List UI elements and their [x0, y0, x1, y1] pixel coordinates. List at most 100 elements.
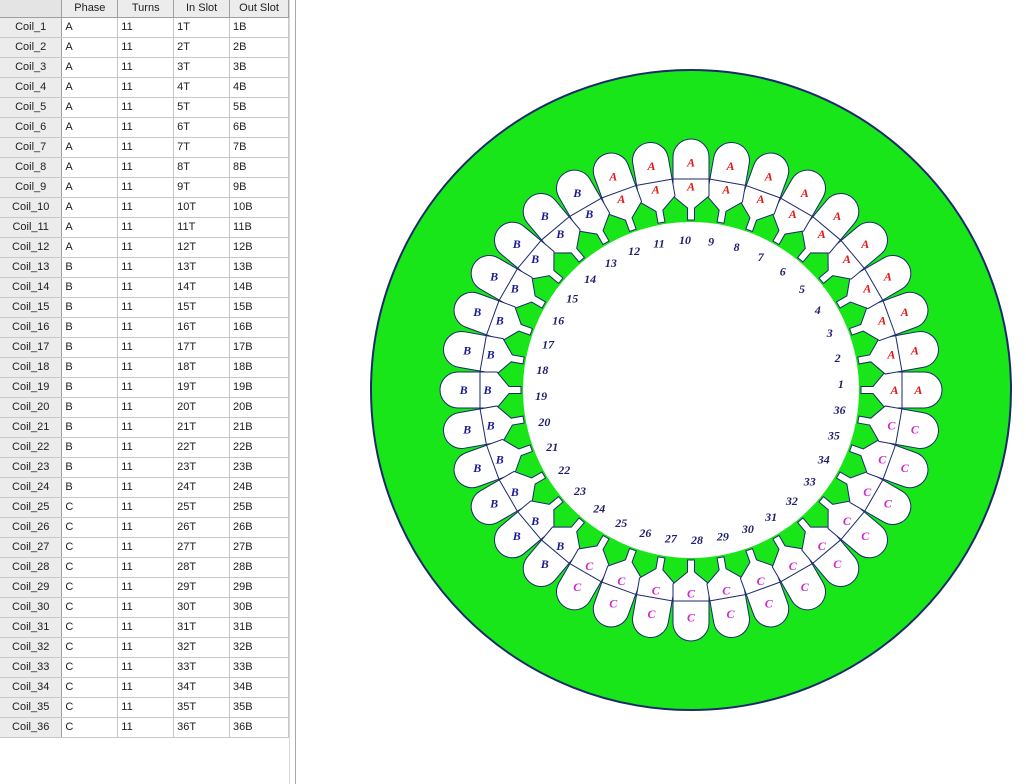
- out-slot-cell[interactable]: 4B: [229, 77, 289, 98]
- table-row[interactable]: Coil_7 A 11 7T 7B: [0, 137, 289, 158]
- phase-cell[interactable]: A: [61, 117, 119, 138]
- in-slot-cell[interactable]: 12T: [173, 237, 231, 258]
- row-header-cell[interactable]: Coil_18: [0, 357, 63, 378]
- phase-cell[interactable]: A: [61, 97, 119, 118]
- row-header-cell[interactable]: Coil_32: [0, 637, 63, 658]
- in-slot-cell[interactable]: 10T: [173, 197, 231, 218]
- in-slot-cell[interactable]: 6T: [173, 117, 231, 138]
- in-slot-cell[interactable]: 14T: [173, 277, 231, 298]
- row-header-cell[interactable]: Coil_26: [0, 517, 63, 538]
- row-header-cell[interactable]: Coil_24: [0, 477, 63, 498]
- phase-cell[interactable]: C: [61, 677, 119, 698]
- turns-cell[interactable]: 11: [117, 357, 175, 378]
- phase-cell[interactable]: A: [61, 177, 119, 198]
- in-slot-cell[interactable]: 32T: [173, 637, 231, 658]
- phase-cell[interactable]: A: [61, 37, 119, 58]
- phase-cell[interactable]: A: [61, 57, 119, 78]
- row-header-cell[interactable]: Coil_36: [0, 717, 63, 738]
- in-slot-cell[interactable]: 7T: [173, 137, 231, 158]
- phase-cell[interactable]: C: [61, 637, 119, 658]
- out-slot-cell[interactable]: 25B: [229, 497, 289, 518]
- in-slot-cell[interactable]: 34T: [173, 677, 231, 698]
- in-slot-cell[interactable]: 20T: [173, 397, 231, 418]
- out-slot-cell[interactable]: 5B: [229, 97, 289, 118]
- table-row[interactable]: Coil_27 C 11 27T 27B: [0, 537, 289, 558]
- turns-cell[interactable]: 11: [117, 517, 175, 538]
- turns-cell[interactable]: 11: [117, 317, 175, 338]
- out-slot-cell[interactable]: 33B: [229, 657, 289, 678]
- row-header-cell[interactable]: Coil_25: [0, 497, 63, 518]
- table-row[interactable]: Coil_33 C 11 33T 33B: [0, 657, 289, 678]
- row-header-cell[interactable]: Coil_10: [0, 197, 63, 218]
- turns-cell[interactable]: 11: [117, 37, 175, 58]
- column-header-turns[interactable]: Turns: [117, 0, 175, 18]
- out-slot-cell[interactable]: 27B: [229, 537, 289, 558]
- row-header-cell[interactable]: Coil_9: [0, 177, 63, 198]
- row-header-cell[interactable]: Coil_23: [0, 457, 63, 478]
- out-slot-cell[interactable]: 2B: [229, 37, 289, 58]
- turns-cell[interactable]: 11: [117, 717, 175, 738]
- phase-cell[interactable]: B: [61, 257, 119, 278]
- table-row[interactable]: Coil_18 B 11 18T 18B: [0, 357, 289, 378]
- turns-cell[interactable]: 11: [117, 17, 175, 38]
- row-header-cell[interactable]: Coil_12: [0, 237, 63, 258]
- phase-cell[interactable]: A: [61, 237, 119, 258]
- row-header-cell[interactable]: Coil_20: [0, 397, 63, 418]
- turns-cell[interactable]: 11: [117, 337, 175, 358]
- out-slot-cell[interactable]: 14B: [229, 277, 289, 298]
- column-header-out-slot[interactable]: Out Slot: [229, 0, 289, 18]
- in-slot-cell[interactable]: 2T: [173, 37, 231, 58]
- row-header-cell[interactable]: Coil_22: [0, 437, 63, 458]
- table-row[interactable]: Coil_31 C 11 31T 31B: [0, 617, 289, 638]
- phase-cell[interactable]: A: [61, 17, 119, 38]
- out-slot-cell[interactable]: 36B: [229, 717, 289, 738]
- in-slot-cell[interactable]: 3T: [173, 57, 231, 78]
- row-header-cell[interactable]: Coil_5: [0, 97, 63, 118]
- table-row[interactable]: Coil_16 B 11 16T 16B: [0, 317, 289, 338]
- in-slot-cell[interactable]: 26T: [173, 517, 231, 538]
- turns-cell[interactable]: 11: [117, 477, 175, 498]
- row-header-cell[interactable]: Coil_4: [0, 77, 63, 98]
- turns-cell[interactable]: 11: [117, 57, 175, 78]
- row-header-cell[interactable]: Coil_17: [0, 337, 63, 358]
- phase-cell[interactable]: B: [61, 337, 119, 358]
- phase-cell[interactable]: B: [61, 417, 119, 438]
- in-slot-cell[interactable]: 19T: [173, 377, 231, 398]
- row-header-cell[interactable]: Coil_27: [0, 537, 63, 558]
- in-slot-cell[interactable]: 9T: [173, 177, 231, 198]
- in-slot-cell[interactable]: 17T: [173, 337, 231, 358]
- out-slot-cell[interactable]: 15B: [229, 297, 289, 318]
- in-slot-cell[interactable]: 4T: [173, 77, 231, 98]
- turns-cell[interactable]: 11: [117, 117, 175, 138]
- corner-header[interactable]: [0, 0, 63, 18]
- turns-cell[interactable]: 11: [117, 617, 175, 638]
- row-header-cell[interactable]: Coil_35: [0, 697, 63, 718]
- in-slot-cell[interactable]: 21T: [173, 417, 231, 438]
- turns-cell[interactable]: 11: [117, 257, 175, 278]
- row-header-cell[interactable]: Coil_7: [0, 137, 63, 158]
- row-header-cell[interactable]: Coil_2: [0, 37, 63, 58]
- phase-cell[interactable]: B: [61, 357, 119, 378]
- phase-cell[interactable]: C: [61, 497, 119, 518]
- turns-cell[interactable]: 11: [117, 557, 175, 578]
- turns-cell[interactable]: 11: [117, 677, 175, 698]
- turns-cell[interactable]: 11: [117, 457, 175, 478]
- table-row[interactable]: Coil_28 C 11 28T 28B: [0, 557, 289, 578]
- out-slot-cell[interactable]: 13B: [229, 257, 289, 278]
- out-slot-cell[interactable]: 28B: [229, 557, 289, 578]
- phase-cell[interactable]: C: [61, 537, 119, 558]
- row-header-cell[interactable]: Coil_29: [0, 577, 63, 598]
- turns-cell[interactable]: 11: [117, 157, 175, 178]
- table-row[interactable]: Coil_25 C 11 25T 25B: [0, 497, 289, 518]
- turns-cell[interactable]: 11: [117, 417, 175, 438]
- turns-cell[interactable]: 11: [117, 437, 175, 458]
- table-row[interactable]: Coil_29 C 11 29T 29B: [0, 577, 289, 598]
- turns-cell[interactable]: 11: [117, 697, 175, 718]
- phase-cell[interactable]: C: [61, 657, 119, 678]
- table-row[interactable]: Coil_22 B 11 22T 22B: [0, 437, 289, 458]
- table-row[interactable]: Coil_1 A 11 1T 1B: [0, 17, 289, 38]
- out-slot-cell[interactable]: 3B: [229, 57, 289, 78]
- row-header-cell[interactable]: Coil_30: [0, 597, 63, 618]
- out-slot-cell[interactable]: 1B: [229, 17, 289, 38]
- turns-cell[interactable]: 11: [117, 237, 175, 258]
